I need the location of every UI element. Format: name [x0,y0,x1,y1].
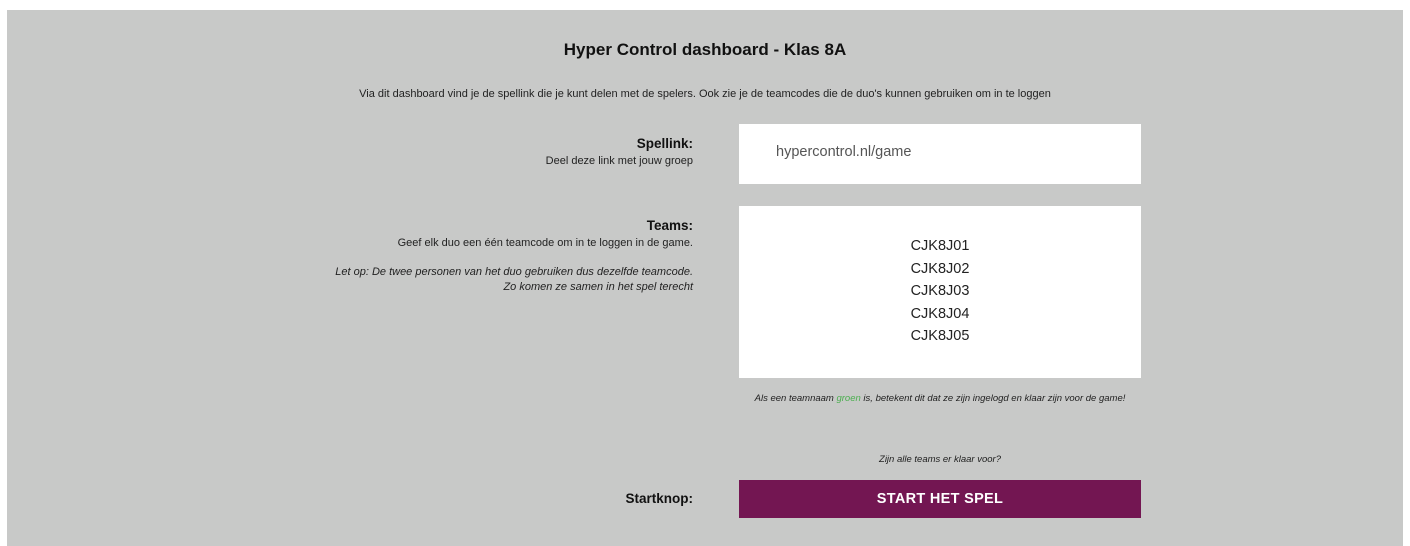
team-status-note-before: Als een teamnaam [754,393,837,404]
team-status-note: Als een teamnaam groen is, betekent dit … [731,392,1149,405]
ready-question: Zijn alle teams er klaar voor? [879,454,1001,465]
game-link-box[interactable]: hypercontrol.nl/game [739,124,1141,184]
teams-description: Geef elk duo een één teamcode om in te l… [397,237,693,249]
game-link-value[interactable]: hypercontrol.nl/game [776,144,911,160]
start-label: Startknop: [625,491,694,506]
teams-note: Let op: De twee personen van het duo geb… [335,265,693,295]
page-subtitle: Via dit dashboard vind je de spellink di… [359,88,1051,100]
game-link-label-group: Spellink: Deel deze link met jouw groep [546,135,693,169]
game-link-label: Spellink: [636,136,693,151]
team-status-note-after: is, betekent dit dat ze zijn ingelogd en… [860,393,1126,404]
teams-label-group: Teams: Geef elk duo een één teamcode om … [335,217,693,295]
team-code: CJK8J05 [910,328,970,344]
team-code: CJK8J02 [910,260,970,277]
start-game-button[interactable]: START HET SPEL [739,480,1141,518]
team-code: CJK8J03 [910,283,970,299]
team-codes-box: CJK8J01 CJK8J02 CJK8J03 CJK8J04 CJK8J05 [739,206,1141,378]
team-code: CJK8J01 [910,238,970,254]
team-status-note-green-word: groen [836,393,861,404]
page-title: Hyper Control dashboard - Klas 8A [563,40,847,59]
dashboard-panel: Hyper Control dashboard - Klas 8A Via di… [7,10,1403,546]
team-code: CJK8J04 [910,305,970,322]
teams-note-line-1: Let op: De twee personen van het duo geb… [335,266,693,278]
teams-label: Teams: [646,218,693,233]
game-link-description: Deel deze link met jouw groep [545,155,693,167]
team-code-list: CJK8J01 CJK8J02 CJK8J03 CJK8J04 CJK8J05 [739,235,1141,348]
teams-note-line-2: Zo komen ze samen in het spel terecht [503,281,693,293]
